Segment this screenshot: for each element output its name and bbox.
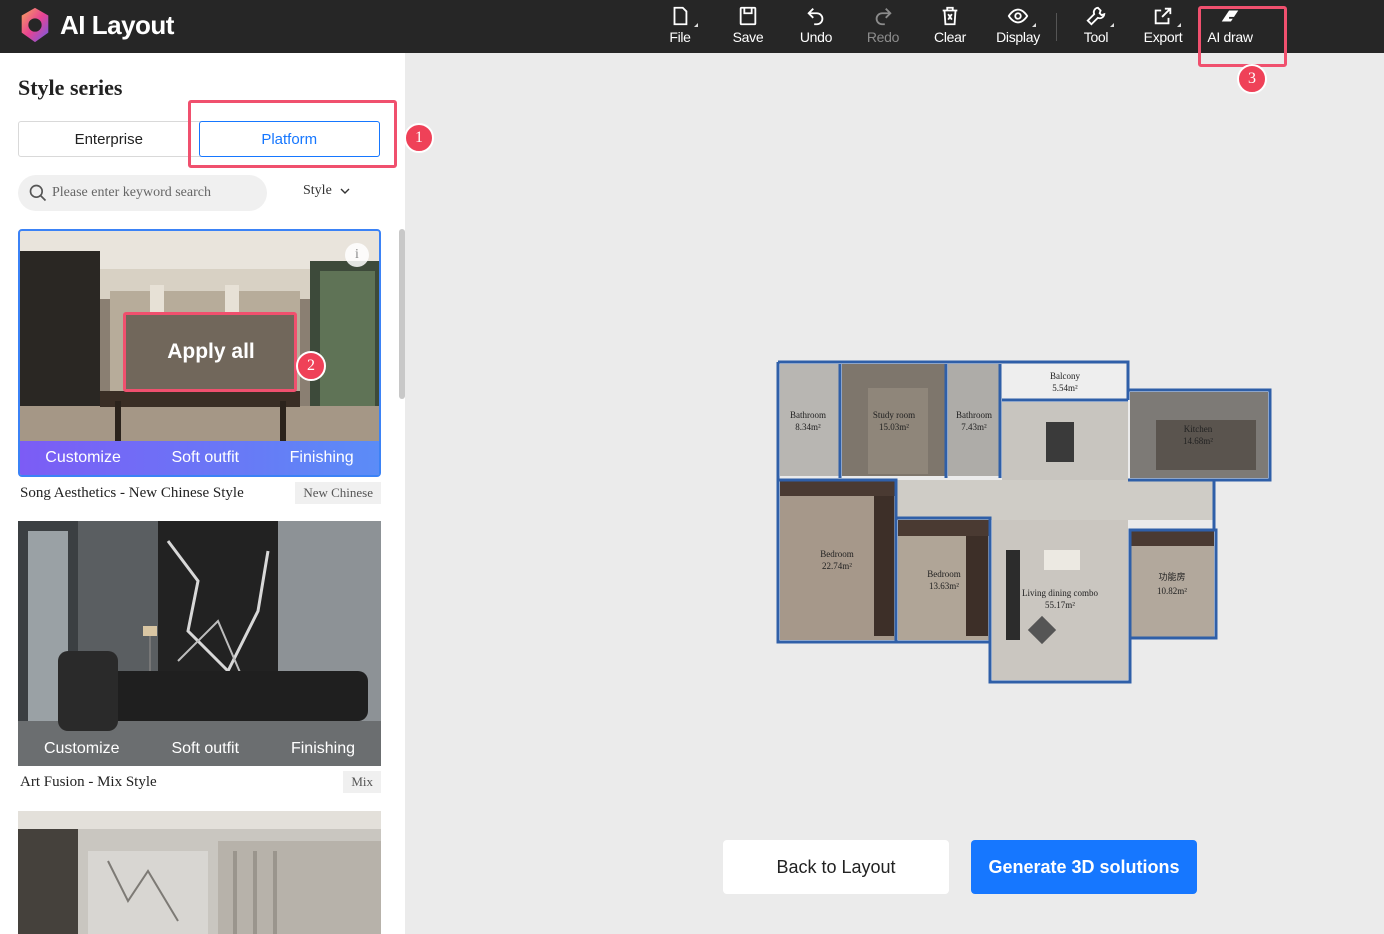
export-button[interactable]: Export (1133, 4, 1193, 48)
step-marker-2: 2 (296, 351, 326, 381)
redo-icon (875, 8, 892, 26)
card-action-bar: Customize Soft outfit Finishing (18, 732, 381, 766)
room-area: 55.17m² (1045, 600, 1075, 610)
style-card-image[interactable] (18, 811, 381, 934)
chevron-down-icon (340, 188, 350, 194)
file-icon (673, 6, 688, 26)
back-to-layout-button[interactable]: Back to Layout (723, 840, 949, 894)
room-label: 功能房 (1158, 571, 1185, 582)
file-button[interactable]: File (650, 4, 710, 48)
style-card-image[interactable]: i Apply all Customize Soft outfit Finish… (18, 229, 381, 477)
room-function[interactable] (1130, 530, 1214, 638)
search-input[interactable] (52, 185, 252, 201)
style-tag: Mix (343, 771, 381, 793)
sidebar-title: Style series (18, 75, 123, 100)
logo-icon (21, 7, 49, 43)
toolbar-divider (1056, 13, 1057, 41)
save-button[interactable]: Save (718, 4, 778, 48)
customize-button[interactable]: Customize (44, 740, 120, 758)
tab-enterprise[interactable]: Enterprise (19, 122, 199, 156)
ai-draw-icon (1221, 10, 1239, 22)
apply-all-button[interactable]: Apply all (126, 315, 296, 389)
room-image (18, 811, 381, 934)
mix-style-room-image (18, 521, 381, 766)
wrench-icon (1086, 6, 1106, 26)
room-label: Bathroom (790, 410, 826, 420)
dropdown-caret-icon (1177, 23, 1181, 27)
step-marker-1: 1 (404, 123, 434, 153)
clear-button[interactable]: Clear (920, 4, 980, 48)
soft-outfit-button[interactable]: Soft outfit (171, 740, 239, 758)
style-filter-dropdown[interactable]: Style (303, 183, 350, 199)
source-tabs: Enterprise Platform (18, 121, 380, 157)
style-tag: New Chinese (295, 482, 381, 504)
step-marker-3: 3 (1237, 64, 1267, 94)
room-area: 8.34m² (795, 422, 821, 432)
tool-button[interactable]: Tool (1066, 4, 1126, 48)
room-area: 14.68m² (1183, 436, 1213, 446)
dropdown-caret-icon (1032, 23, 1036, 27)
room-area: 5.54m² (1052, 383, 1078, 393)
finishing-button[interactable]: Finishing (290, 449, 354, 467)
export-icon (1154, 7, 1172, 25)
floor-plan[interactable]: Bathroom 8.34m² Study room 15.03m² Bathr… (776, 360, 1272, 684)
room-area: 22.74m² (822, 561, 852, 571)
style-card-image[interactable]: Customize Soft outfit Finishing (18, 521, 381, 766)
room-area: 10.82m² (1157, 586, 1187, 596)
room-bathroom[interactable] (948, 364, 1000, 476)
soft-outfit-button[interactable]: Soft outfit (171, 449, 239, 467)
room-label: Bathroom (956, 410, 992, 420)
card-title: Art Fusion - Mix Style (20, 773, 157, 790)
undo-icon (807, 8, 824, 26)
app-title: AI Layout (60, 9, 174, 40)
room-label: Balcony (1050, 371, 1080, 381)
room-area: 15.03m² (879, 422, 909, 432)
customize-button[interactable]: Customize (45, 449, 121, 467)
room-bathroom[interactable] (780, 364, 840, 476)
top-toolbar: AI Layout File Save Undo Redo Clear Disp… (0, 0, 1384, 53)
card-action-bar: Customize Soft outfit Finishing (20, 441, 379, 475)
style-filter-label: Style (303, 183, 332, 198)
dropdown-caret-icon (1110, 23, 1114, 27)
room-area: 13.63m² (929, 581, 959, 591)
style-card[interactable]: i Apply all Customize Soft outfit Finish… (18, 229, 381, 505)
style-card[interactable] (18, 811, 381, 934)
ai-draw-button[interactable]: AI draw (1200, 4, 1260, 48)
dropdown-caret-icon (694, 23, 698, 27)
info-icon[interactable]: i (345, 243, 369, 267)
room-label: Bedroom (820, 549, 854, 559)
style-sidebar: Style series Enterprise Platform Style (0, 53, 405, 934)
app-logo: AI Layout (16, 6, 174, 44)
tab-platform[interactable]: Platform (198, 121, 380, 157)
search-box (18, 175, 267, 211)
eye-icon (1007, 8, 1029, 24)
style-card[interactable]: Customize Soft outfit Finishing Art Fusi… (18, 521, 381, 794)
room-area: 7.43m² (961, 422, 987, 432)
room-balcony[interactable] (1002, 364, 1128, 400)
room-hallway (896, 480, 1214, 520)
trash-icon (942, 6, 958, 26)
save-icon (739, 6, 757, 26)
finishing-button[interactable]: Finishing (291, 740, 355, 758)
card-title: Song Aesthetics - New Chinese Style (20, 484, 244, 501)
card-meta: Art Fusion - Mix Style Mix (18, 770, 381, 794)
card-meta: Song Aesthetics - New Chinese Style New … (18, 481, 381, 505)
redo-button[interactable]: Redo (853, 4, 913, 48)
room-label: Bedroom (927, 569, 961, 579)
undo-button[interactable]: Undo (786, 4, 846, 48)
sidebar-scrollbar[interactable] (399, 229, 405, 399)
search-icon (29, 184, 47, 202)
room-label: Study room (873, 410, 915, 420)
generate-3d-button[interactable]: Generate 3D solutions (971, 840, 1197, 894)
display-button[interactable]: Display (988, 4, 1048, 48)
room-label: Living dining combo (1022, 588, 1098, 598)
room-label: Kitchen (1184, 424, 1213, 434)
